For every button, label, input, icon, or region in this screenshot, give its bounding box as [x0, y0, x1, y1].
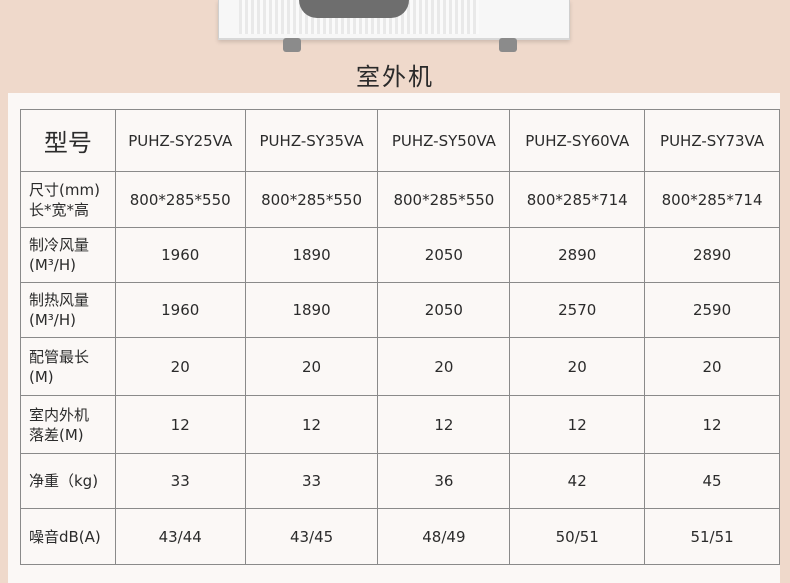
- table-cell: 1890: [244, 227, 379, 283]
- table-cell: 33: [244, 453, 379, 509]
- table-row: 配管最长 (M) 20 20 20 20 20: [20, 337, 780, 396]
- model-header: 型号: [20, 109, 116, 172]
- table-cell: 1960: [114, 282, 246, 338]
- table-row: 制冷风量 (M³/H) 1960 1890 2050 2890 2890: [20, 227, 780, 283]
- row-label: 配管最长 (M): [20, 337, 116, 396]
- outdoor-unit-image: [218, 0, 570, 52]
- table-cell: 43/45: [244, 508, 379, 565]
- header-row: 型号 PUHZ-SY25VA PUHZ-SY35VA PUHZ-SY50VA P…: [20, 109, 780, 172]
- table-cell: 2890: [644, 227, 780, 283]
- spec-table: 型号 PUHZ-SY25VA PUHZ-SY35VA PUHZ-SY50VA P…: [20, 109, 780, 565]
- model-name: PUHZ-SY25VA: [114, 109, 246, 172]
- table-cell: 51/51: [644, 508, 780, 565]
- unit-foot-left: [283, 38, 301, 52]
- row-label: 噪音dB(A): [20, 508, 116, 565]
- table-cell: 2890: [509, 227, 646, 283]
- row-label: 制热风量 (M³/H): [20, 282, 116, 338]
- table-cell: 43/44: [114, 508, 246, 565]
- table-cell: 2590: [644, 282, 780, 338]
- table-cell: 1890: [244, 282, 379, 338]
- table-cell: 12: [114, 395, 246, 454]
- section-title: 室外机: [356, 63, 434, 91]
- table-row: 净重（kg) 33 33 36 42 45: [20, 453, 780, 509]
- table-cell: 42: [509, 453, 646, 509]
- table-cell: 2570: [509, 282, 646, 338]
- table-cell: 48/49: [377, 508, 511, 565]
- table-cell: 800*285*714: [509, 171, 646, 228]
- table-cell: 12: [509, 395, 646, 454]
- table-cell: 800*285*550: [377, 171, 511, 228]
- table-cell: 50/51: [509, 508, 646, 565]
- table-cell: 12: [244, 395, 379, 454]
- table-cell: 800*285*550: [244, 171, 379, 228]
- row-label: 净重（kg): [20, 453, 116, 509]
- unit-foot-right: [499, 38, 517, 52]
- table-cell: 33: [114, 453, 246, 509]
- table-cell: 12: [377, 395, 511, 454]
- table-row: 室内外机 落差(M) 12 12 12 12 12: [20, 395, 780, 454]
- table-cell: 800*285*714: [644, 171, 780, 228]
- table-cell: 800*285*550: [114, 171, 246, 228]
- table-cell: 20: [244, 337, 379, 396]
- spec-table-panel: 型号 PUHZ-SY25VA PUHZ-SY35VA PUHZ-SY50VA P…: [8, 93, 780, 583]
- model-name: PUHZ-SY50VA: [377, 109, 511, 172]
- table-cell: 20: [644, 337, 780, 396]
- table-cell: 1960: [114, 227, 246, 283]
- table-cell: 20: [114, 337, 246, 396]
- table-cell: 20: [377, 337, 511, 396]
- table-row: 噪音dB(A) 43/44 43/45 48/49 50/51 51/51: [20, 508, 780, 565]
- table-cell: 2050: [377, 227, 511, 283]
- fan-icon: [299, 0, 409, 18]
- table-cell: 20: [509, 337, 646, 396]
- model-name: PUHZ-SY60VA: [509, 109, 646, 172]
- table-row: 制热风量 (M³/H) 1960 1890 2050 2570 2590: [20, 282, 780, 338]
- row-label: 室内外机 落差(M): [20, 395, 116, 454]
- table-row: 尺寸(mm) 长*宽*高 800*285*550 800*285*550 800*…: [20, 171, 780, 228]
- row-label: 制冷风量 (M³/H): [20, 227, 116, 283]
- model-name: PUHZ-SY73VA: [644, 109, 780, 172]
- model-name: PUHZ-SY35VA: [244, 109, 379, 172]
- table-cell: 12: [644, 395, 780, 454]
- table-cell: 2050: [377, 282, 511, 338]
- table-cell: 45: [644, 453, 780, 509]
- table-cell: 36: [377, 453, 511, 509]
- row-label: 尺寸(mm) 长*宽*高: [20, 171, 116, 228]
